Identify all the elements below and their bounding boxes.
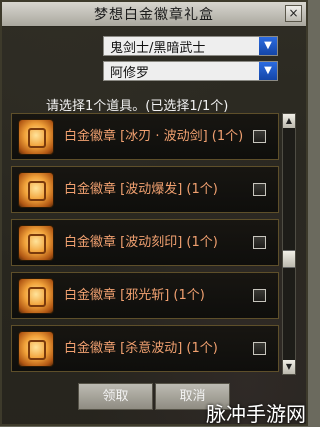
scroll-up-icon[interactable]: ▲ [283,114,295,128]
item-name: 白金徽章 [波动爆发] (1个) [64,182,218,197]
item-checkbox[interactable] [253,183,266,196]
platinum-badge-icon [18,330,54,367]
platinum-badge-icon [18,277,54,314]
list-item[interactable]: 白金徽章 [波动刻印] (1个) [11,219,279,266]
item-list: 白金徽章 [冰刃 · 波动剑] (1个) 白金徽章 [波动爆发] (1个) 白金… [11,113,279,375]
list-item[interactable]: 白金徽章 [邪光斩] (1个) [11,272,279,319]
selection-hint: 请选择1个道具。(已选择1/1个) [46,99,229,114]
item-checkbox[interactable] [253,236,266,249]
item-checkbox[interactable] [253,130,266,143]
chevron-down-icon[interactable]: ▼ [259,37,277,55]
class-select[interactable]: 鬼剑士/黑暗武士 ▼ [103,36,278,56]
platinum-badge-icon [18,118,54,155]
item-name: 白金徽章 [杀意波动] (1个) [64,341,218,356]
item-checkbox[interactable] [253,289,266,302]
subclass-select-value: 阿修罗 [110,65,150,81]
item-name: 白金徽章 [冰刃 · 波动剑] (1个) [64,129,244,144]
title-bar: 梦想白金徽章礼盒 × [2,2,306,27]
watermark-text: 脉冲手游网 [206,402,306,426]
list-scrollbar[interactable]: ▲ ▼ [282,113,296,375]
list-item[interactable]: 白金徽章 [波动爆发] (1个) [11,166,279,213]
scroll-down-icon[interactable]: ▼ [283,360,295,374]
item-name: 白金徽章 [邪光斩] (1个) [64,288,205,303]
close-button[interactable]: × [285,5,302,22]
confirm-button[interactable]: 领取 [78,383,153,410]
list-item[interactable]: 白金徽章 [杀意波动] (1个) [11,325,279,372]
platinum-badge-icon [18,171,54,208]
scroll-thumb[interactable] [283,250,295,268]
subclass-select[interactable]: 阿修罗 ▼ [103,61,278,81]
dialog-title: 梦想白金徽章礼盒 [94,7,214,23]
item-name: 白金徽章 [波动刻印] (1个) [64,235,218,250]
class-select-value: 鬼剑士/黑暗武士 [110,40,206,56]
list-item[interactable]: 白金徽章 [冰刃 · 波动剑] (1个) [11,113,279,160]
platinum-badge-icon [18,224,54,261]
chevron-down-icon[interactable]: ▼ [259,62,277,80]
item-checkbox[interactable] [253,342,266,355]
